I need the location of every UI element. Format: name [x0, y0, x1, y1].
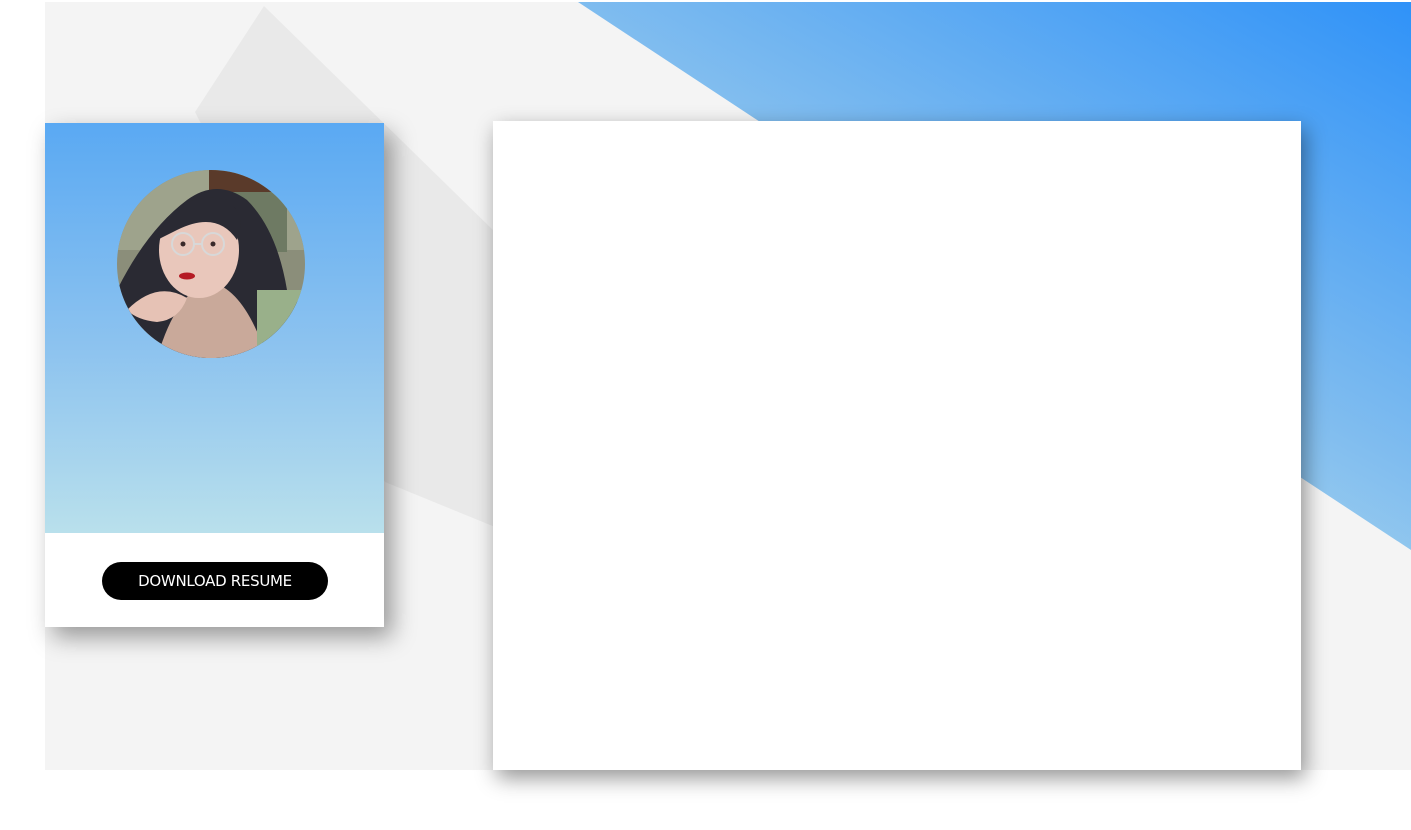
profile-card-header	[45, 123, 384, 533]
profile-card: DOWNLOAD RESUME	[45, 123, 384, 627]
content-panel	[493, 121, 1301, 770]
avatar	[117, 170, 305, 358]
page: DOWNLOAD RESUME	[0, 0, 1411, 830]
download-resume-button[interactable]: DOWNLOAD RESUME	[102, 562, 328, 600]
avatar-photo-icon	[117, 170, 305, 358]
